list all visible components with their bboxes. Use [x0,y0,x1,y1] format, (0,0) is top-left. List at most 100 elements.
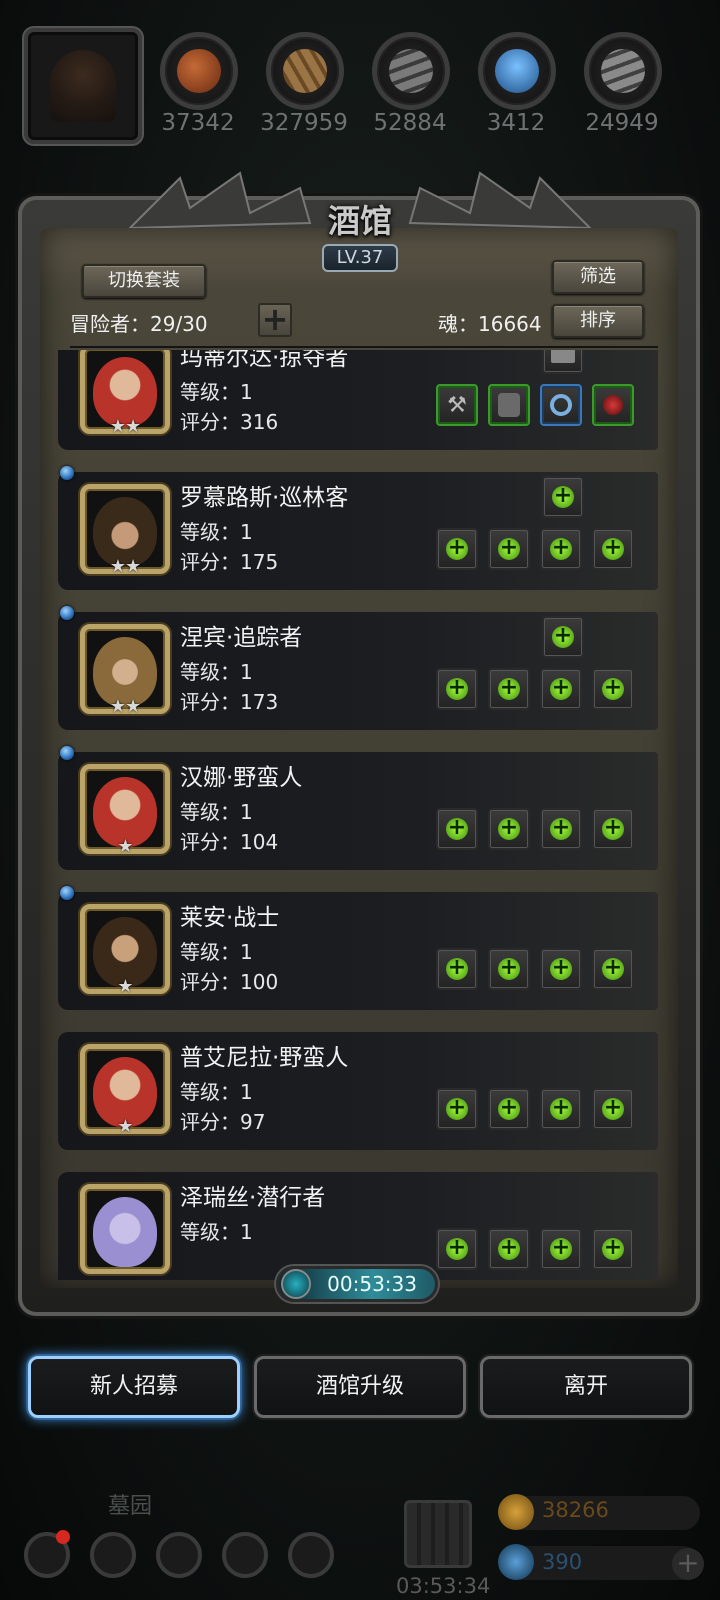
gold-count: 38266 [542,1498,609,1522]
upgrade-tavern-button[interactable]: 酒馆升级 [254,1356,466,1418]
hero-stars: ★ [117,836,133,857]
helmet-equip-slot[interactable] [542,350,584,374]
ring-equip-slot[interactable]: + [540,528,582,570]
add-equipment-icon: + [446,815,468,840]
trinket-equip-slot[interactable]: + [592,1228,634,1270]
add-equipment-icon: + [446,1235,468,1260]
hero-level: 等级：1 [180,940,253,964]
weapon-equip-slot[interactable]: + [436,808,478,850]
weapon-equip-slot[interactable]: + [436,528,478,570]
gem-indicator-icon [60,466,74,480]
helmet-icon [551,350,575,363]
recruit-button[interactable]: 新人招募 [28,1356,240,1418]
hero-list[interactable]: ★★ 玛蒂尔达·掠夺者 等级：1 评分：316 ⚒ ★★ 罗慕路斯·巡林客 等级… [56,350,660,1280]
weapon-equip-slot[interactable]: + [436,948,478,990]
crest-icon[interactable] [90,1532,136,1578]
hero-stars: ★★ [109,556,141,577]
chest-icon[interactable] [404,1500,472,1568]
add-equipment-icon: + [446,955,468,980]
hero-score: 评分：316 [180,410,279,434]
trinket-equip-slot[interactable] [592,384,634,426]
weapon-equip-slot[interactable]: ⚒ [436,384,478,426]
hero-level: 等级：1 [180,1220,253,1244]
armor-equip-slot[interactable]: + [488,948,530,990]
add-equipment-icon: + [550,1235,572,1260]
hero-row[interactable]: ★★ 涅宾·追踪者 等级：1 评分：173 + + + + + [58,606,658,730]
hero-row[interactable]: ★★ 罗慕路斯·巡林客 等级：1 评分：175 + + + + + [58,466,658,590]
ring-equip-slot[interactable]: + [540,808,582,850]
ring-equip-slot[interactable]: + [540,1088,582,1130]
filter-button[interactable]: 筛选 [552,260,644,294]
armor-equip-slot[interactable]: + [488,1088,530,1130]
weapon-equip-slot[interactable]: + [436,1088,478,1130]
hero-score: 评分：104 [180,830,279,854]
add-equipment-icon: + [446,535,468,560]
add-equipment-icon: + [602,675,624,700]
add-equipment-icon: + [550,535,572,560]
hero-row[interactable]: ★★ 玛蒂尔达·掠夺者 等级：1 评分：316 ⚒ [58,350,658,450]
hero-name: 泽瑞丝·潜行者 [180,1185,326,1211]
switch-set-button[interactable]: 切换套装 [82,264,206,298]
hero-avatar [80,1184,170,1274]
wood-resource-icon[interactable] [266,32,344,110]
blue-gem-icon [498,1544,534,1580]
armor-equip-slot[interactable] [488,384,530,426]
armor-equip-slot[interactable]: + [488,528,530,570]
helmet-equip-slot[interactable]: + [542,616,584,658]
refresh-timer: 00:53:33 [276,1266,438,1302]
iron-resource-icon[interactable] [372,32,450,110]
add-equipment-icon: + [498,1095,520,1120]
trinket-equip-slot[interactable]: + [592,668,634,710]
armor-icon [498,393,520,417]
add-equipment-icon: + [498,815,520,840]
gem-indicator-icon [60,886,74,900]
armor-equip-slot[interactable]: + [488,1228,530,1270]
handshake-icon[interactable] [288,1532,334,1578]
weapon-equip-slot[interactable]: + [436,668,478,710]
add-adventurer-slot-button[interactable]: + [258,303,292,337]
armor-equip-slot[interactable]: + [488,668,530,710]
iron-count: 52884 [373,110,447,136]
sort-button[interactable]: 排序 [552,304,644,338]
trinket-equip-slot[interactable]: + [592,1088,634,1130]
hero-stars: ★★ [109,696,141,717]
hero-row[interactable]: ★ 普艾尼拉·野蛮人 等级：1 评分：97 + + + + [58,1032,658,1150]
hero-stars: ★ [117,976,133,997]
hero-portrait-slot[interactable] [24,28,142,144]
ring-equip-slot[interactable]: + [540,948,582,990]
graveyard-label[interactable]: 墓园 [108,1488,152,1520]
meat-resource-icon[interactable] [160,32,238,110]
notification-dot [56,1530,70,1544]
add-equipment-icon: + [550,1095,572,1120]
ring-equip-slot[interactable]: + [540,668,582,710]
hero-stars: ★★ [109,416,141,437]
tavern-level-badge: LV.37 [322,244,398,272]
trinket-equip-slot[interactable]: + [592,808,634,850]
hero-row[interactable]: ★ 汉娜·野蛮人 等级：1 评分：104 + + + + [58,746,658,870]
add-gems-button[interactable]: + [672,1548,704,1580]
armor-equip-slot[interactable]: + [488,808,530,850]
add-equipment-icon: + [498,535,520,560]
steel-resource-icon[interactable] [584,32,662,110]
trinket-equip-slot[interactable]: + [592,948,634,990]
ring-equip-slot[interactable]: + [540,1228,582,1270]
add-equipment-icon: + [602,815,624,840]
add-equipment-icon: + [602,535,624,560]
crystal-resource-icon[interactable] [478,32,556,110]
hero-name: 罗慕路斯·巡林客 [180,485,349,511]
hero-row[interactable]: ★ 莱安·战士 等级：1 评分：100 + + + + [58,886,658,1010]
helmet-equip-slot[interactable]: + [542,476,584,518]
hero-level: 等级：1 [180,660,253,684]
hero-score: 评分：97 [180,1110,266,1134]
trinket-equip-slot[interactable]: + [592,528,634,570]
mail-icon[interactable] [222,1532,268,1578]
leave-button[interactable]: 离开 [480,1356,692,1418]
hero-row[interactable]: 泽瑞丝·潜行者 等级：1 + + + + [58,1172,658,1280]
clock-icon [281,1269,311,1299]
weapon-equip-slot[interactable]: + [436,1228,478,1270]
ring-equip-slot[interactable] [540,384,582,426]
ring-icon [550,394,572,416]
tower-icon[interactable] [156,1532,202,1578]
gem-indicator-icon [60,746,74,760]
hooded-figure-icon [50,50,116,122]
